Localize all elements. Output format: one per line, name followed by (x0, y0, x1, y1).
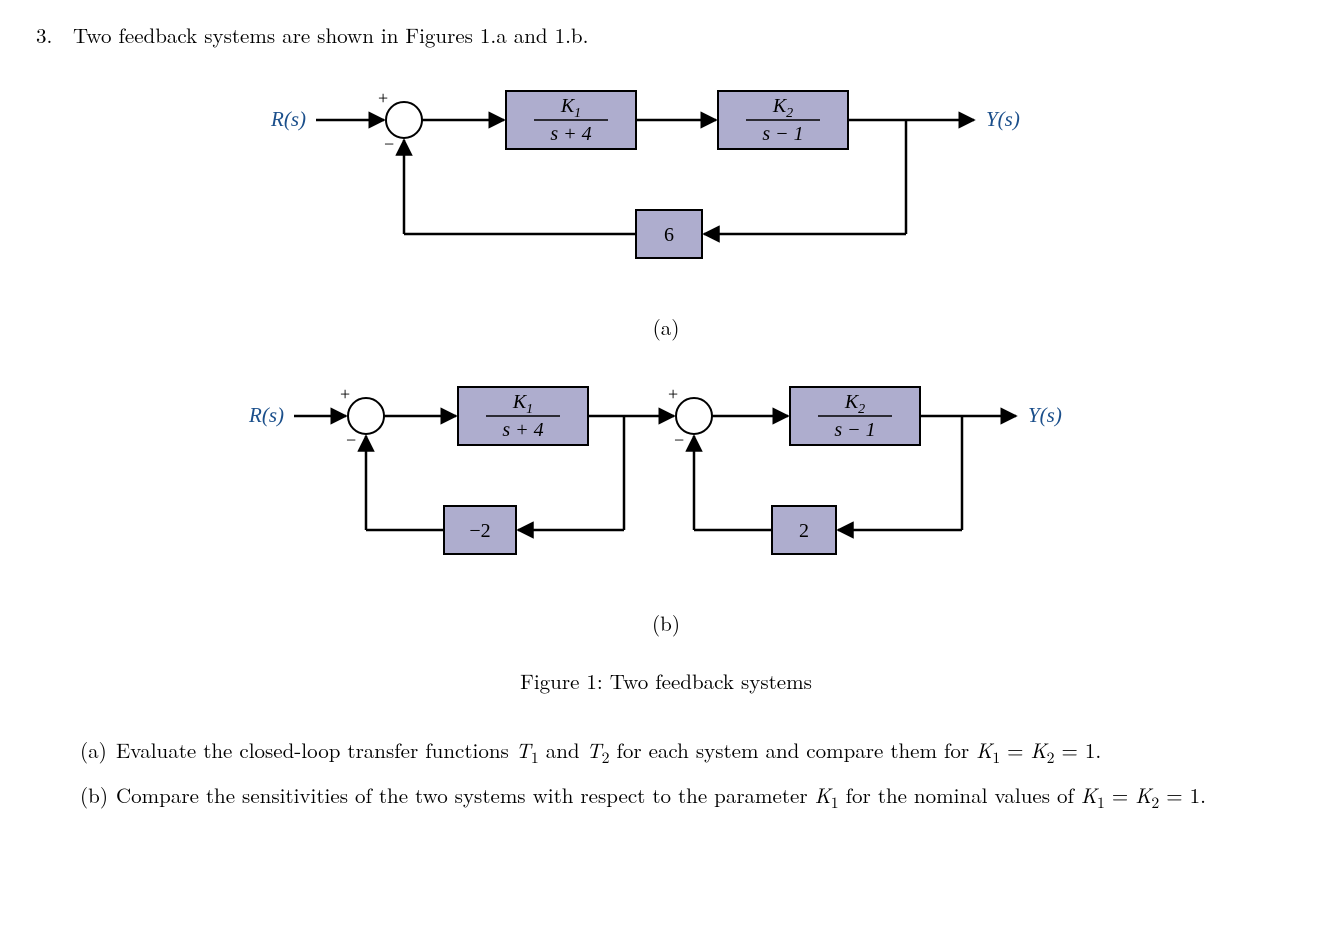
problem-text: Two feedback systems are shown in Figure… (73, 20, 588, 50)
sub: 1 (531, 745, 539, 768)
input-label: R(s) (248, 403, 284, 427)
plus-sign: + (668, 384, 678, 404)
sub: 2 (1047, 745, 1055, 768)
block-g1-den: s + 4 (502, 419, 543, 441)
var-K1: K (1081, 780, 1097, 810)
figure-a-label: (a) (36, 312, 1296, 342)
plus-sign: + (340, 384, 350, 404)
block-feedback-2-val: 2 (799, 520, 809, 542)
sub: 1 (831, 791, 839, 814)
part-a-text: Evaluate the closed-loop transfer functi… (116, 736, 1276, 767)
part-a: (a) Evaluate the closed-loop transfer fu… (80, 736, 1276, 767)
summing-junction-1 (348, 398, 384, 434)
block-feedback-1-val: −2 (469, 520, 490, 542)
part-a-label: (a) (80, 736, 116, 767)
sub: 1 (1097, 791, 1105, 814)
part-b: (b) Compare the sensitivities of the two… (80, 781, 1276, 812)
part-b-text: Compare the sensitivities of the two sys… (116, 781, 1276, 812)
input-label: R(s) (270, 107, 306, 131)
block-g1-den: s + 4 (550, 123, 591, 145)
block-diagram-a: R(s) + − K1 s + 4 K2 s − 1 Y(s) 6 (266, 74, 1066, 304)
text: = 1. (1159, 780, 1206, 810)
figure-b-label: (b) (36, 608, 1296, 638)
minus-sign: − (346, 430, 356, 450)
var-T2: T (587, 735, 602, 765)
text: for the nominal values of (839, 780, 1081, 810)
block-diagram-b: R(s) + − K1 s + 4 −2 + − K2 s − 1 Y(s) 2 (246, 370, 1086, 600)
output-label: Y(s) (986, 107, 1020, 131)
var-K2: K (1031, 735, 1047, 765)
sub: 1 (992, 745, 1000, 768)
summing-junction (386, 102, 422, 138)
var-K1: K (815, 780, 831, 810)
text: = (1000, 735, 1030, 765)
part-b-label: (b) (80, 781, 116, 812)
block-g2-den: s − 1 (834, 419, 875, 441)
problem-number: 3. (36, 20, 66, 50)
text: Compare the sensitivities of the two sys… (116, 780, 815, 810)
figure-b: R(s) + − K1 s + 4 −2 + − K2 s − 1 Y(s) 2… (36, 370, 1296, 638)
figure-caption: Figure 1: Two feedback systems (36, 666, 1296, 696)
plus-sign: + (378, 88, 388, 108)
problem-statement: 3. Two feedback systems are shown in Fig… (36, 20, 1296, 50)
block-feedback-val: 6 (664, 224, 674, 246)
var-K1: K (976, 735, 992, 765)
var-T1: T (516, 735, 531, 765)
block-g2-den: s − 1 (762, 123, 803, 145)
question-parts: (a) Evaluate the closed-loop transfer fu… (80, 736, 1276, 813)
text: for each system and compare them for (609, 735, 976, 765)
text: = 1. (1055, 735, 1102, 765)
text: and (539, 735, 587, 765)
output-label: Y(s) (1028, 403, 1062, 427)
text: Evaluate the closed-loop transfer functi… (116, 735, 516, 765)
text: = (1105, 780, 1135, 810)
minus-sign: − (384, 134, 394, 154)
summing-junction-2 (676, 398, 712, 434)
var-K2: K (1135, 780, 1151, 810)
figure-a: R(s) + − K1 s + 4 K2 s − 1 Y(s) 6 (a) (36, 74, 1296, 342)
minus-sign: − (674, 430, 684, 450)
